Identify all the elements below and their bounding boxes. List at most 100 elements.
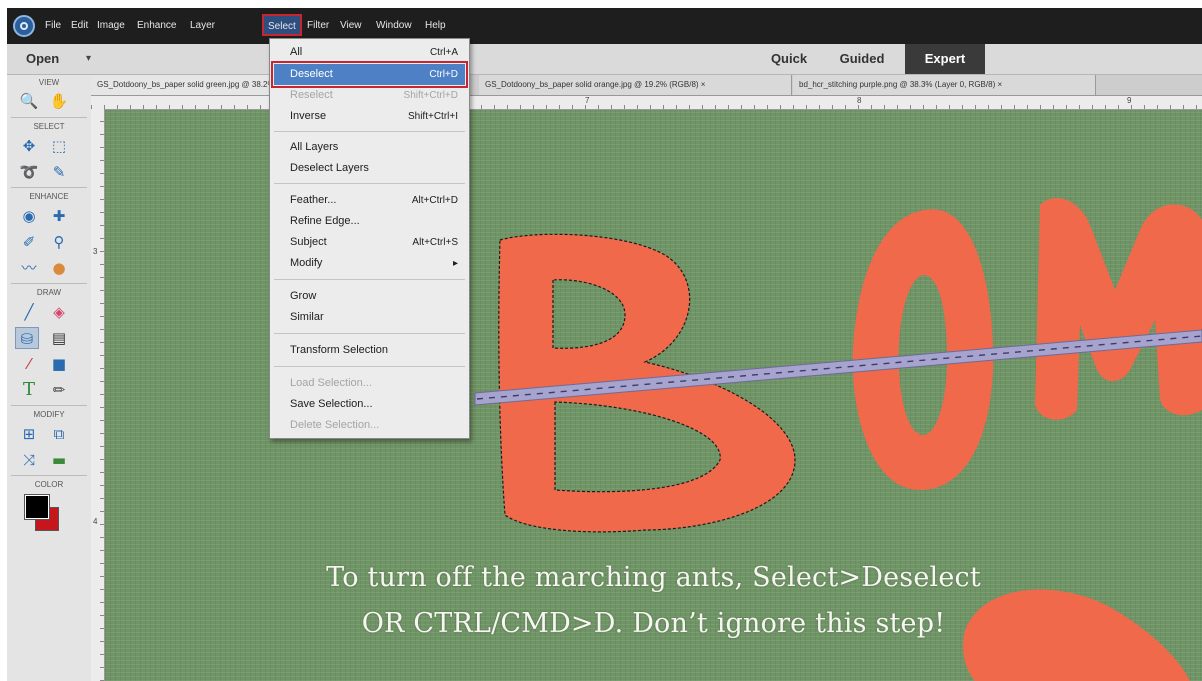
tab-document-stitching[interactable]: bd_hcr_stitching purple.png @ 38.3% (Lay… — [793, 75, 1096, 95]
menu-item-delete-selection[interactable]: Delete Selection... — [274, 415, 465, 436]
menu-item-grow[interactable]: Grow — [274, 286, 465, 307]
menu-item-all[interactable]: All Ctrl+A — [274, 42, 465, 63]
vertical-ruler: 3 4 — [91, 109, 105, 681]
caption-line-1: To turn off the marching ants, Select>De… — [326, 562, 981, 593]
menu-item-label: Deselect Layers — [290, 162, 369, 174]
tools-panel: VIEW 🔍 ✋ SELECT ✥ ⬚ ➰ ✎ ENHANCE ◉ ✚ ✐ ⚲ … — [7, 75, 92, 681]
menu-item-shortcut: Alt+Ctrl+D — [411, 195, 458, 206]
recompose-icon[interactable]: ⧉ — [47, 423, 71, 445]
menu-edit[interactable]: Edit — [71, 8, 88, 44]
foreground-color-swatch[interactable] — [24, 494, 50, 520]
menu-item-all-layers[interactable]: All Layers — [274, 137, 465, 158]
divider — [11, 117, 87, 118]
divider — [11, 475, 87, 476]
menu-item-shortcut: Ctrl+A — [429, 47, 458, 58]
sponge-icon[interactable]: ● — [47, 257, 71, 279]
menu-separator — [274, 366, 465, 367]
menu-layer[interactable]: Layer — [190, 8, 215, 44]
menu-item-inverse[interactable]: Inverse Shift+Ctrl+I — [274, 106, 465, 127]
tab-document-green[interactable]: GS_Dotdoony_bs_paper solid green.jpg @ 3… — [91, 75, 280, 95]
zoom-icon[interactable]: 🔍 — [17, 90, 41, 112]
menu-item-similar[interactable]: Similar — [274, 307, 465, 328]
divider — [11, 405, 87, 406]
menu-item-deselect-layers[interactable]: Deselect Layers — [274, 158, 465, 179]
menu-separator — [274, 131, 465, 132]
paint-bucket-icon[interactable]: ⛁ — [15, 327, 39, 349]
menu-item-modify[interactable]: Modify ▸ — [274, 253, 465, 274]
select-menu-dropdown: All Ctrl+A Deselect Ctrl+D Reselect Shif… — [269, 38, 470, 439]
mode-tab-expert[interactable]: Expert — [905, 44, 985, 74]
divider — [11, 283, 87, 284]
menu-item-refine-edge[interactable]: Refine Edge... — [274, 211, 465, 232]
menu-item-shortcut: Shift+Ctrl+D — [403, 90, 458, 101]
straighten-icon[interactable]: ▬ — [47, 449, 71, 471]
content-aware-move-icon[interactable]: ⤨ — [17, 449, 41, 471]
eraser-icon[interactable]: ◈ — [47, 301, 71, 323]
menu-item-reselect[interactable]: Reselect Shift+Ctrl+D — [274, 85, 465, 106]
menu-item-label: Grow — [290, 290, 317, 302]
menu-item-label: Delete Selection... — [290, 419, 380, 431]
menu-item-shortcut: Ctrl+D — [429, 69, 458, 80]
menu-image[interactable]: Image — [97, 8, 125, 44]
brush-icon[interactable]: ╱ — [17, 301, 41, 323]
ruler-number: 9 — [1127, 96, 1132, 105]
mode-bar: Open ▾ Quick Guided Expert — [7, 44, 1202, 75]
menu-item-label: All Layers — [290, 141, 339, 153]
lasso-icon[interactable]: ➰ — [17, 161, 41, 183]
pencil-icon[interactable]: ✏ — [47, 379, 71, 401]
blur-icon[interactable]: 〰 — [17, 257, 41, 279]
submenu-arrow-icon: ▸ — [452, 258, 458, 269]
section-label-draw: DRAW — [36, 288, 62, 297]
menu-separator — [274, 183, 465, 184]
menu-item-save-selection[interactable]: Save Selection... — [274, 394, 465, 415]
menu-item-subject[interactable]: Subject Alt+Ctrl+S — [274, 232, 465, 253]
open-button[interactable]: Open — [26, 44, 59, 74]
menu-item-shortcut: Shift+Ctrl+I — [407, 111, 458, 122]
red-eye-icon[interactable]: ◉ — [17, 205, 41, 227]
hand-icon[interactable]: ✋ — [47, 90, 71, 112]
menu-item-label: Similar — [290, 311, 324, 323]
menu-item-load-selection[interactable]: Load Selection... — [274, 373, 465, 394]
type-icon[interactable]: T — [17, 379, 41, 401]
menu-item-label: Transform Selection — [290, 344, 389, 356]
ruler-number: 4 — [93, 517, 98, 526]
divider — [11, 187, 87, 188]
section-label-color: COLOR — [34, 480, 64, 489]
menu-item-feather[interactable]: Feather... Alt+Ctrl+D — [274, 190, 465, 211]
menu-item-label: All — [290, 46, 303, 58]
menu-separator — [274, 333, 465, 334]
menu-item-label: Feather... — [290, 194, 337, 206]
quick-selection-icon[interactable]: ✎ — [47, 161, 71, 183]
ruler-number: 8 — [857, 96, 862, 105]
menu-file[interactable]: File — [45, 8, 61, 44]
mode-tab-guided[interactable]: Guided — [829, 44, 895, 74]
mode-tab-quick[interactable]: Quick — [759, 44, 819, 74]
smart-brush-icon[interactable]: ✐ — [17, 231, 41, 253]
menu-item-shortcut: Alt+Ctrl+S — [412, 237, 458, 248]
photoshop-elements-window: File Edit Image Enhance Layer Select Fil… — [7, 8, 1202, 681]
tab-document-orange[interactable]: GS_Dotdoony_bs_paper solid orange.jpg @ … — [479, 75, 792, 95]
section-label-view: VIEW — [38, 78, 60, 87]
menu-item-transform-selection[interactable]: Transform Selection — [274, 340, 465, 361]
menu-enhance[interactable]: Enhance — [137, 8, 176, 44]
move-icon[interactable]: ✥ — [17, 135, 41, 157]
section-label-enhance: ENHANCE — [29, 192, 69, 201]
menu-item-deselect[interactable]: Deselect Ctrl+D — [271, 61, 468, 88]
gradient-icon[interactable]: ▤ — [47, 327, 71, 349]
marquee-icon[interactable]: ⬚ — [47, 135, 71, 157]
menu-item-label: Deselect — [290, 68, 333, 80]
spot-healing-icon[interactable]: ✚ — [47, 205, 71, 227]
menu-item-label: Load Selection... — [290, 377, 372, 389]
menu-item-label: Modify — [290, 257, 323, 269]
menu-separator — [274, 279, 465, 280]
shape-icon[interactable]: ■ — [47, 353, 71, 375]
open-dropdown-arrow-icon[interactable]: ▾ — [86, 44, 91, 74]
ruler-number: 3 — [93, 247, 98, 256]
app-logo-icon[interactable] — [13, 15, 35, 37]
clone-stamp-icon[interactable]: ⚲ — [47, 231, 71, 253]
crop-icon[interactable]: ⊞ — [17, 423, 41, 445]
eyedropper-icon[interactable]: ⁄ — [17, 353, 41, 375]
menu-select[interactable]: Select — [262, 14, 302, 36]
menu-bar: File Edit Image Enhance Layer Select Fil… — [7, 8, 1202, 44]
menu-item-label: Reselect — [290, 89, 333, 101]
